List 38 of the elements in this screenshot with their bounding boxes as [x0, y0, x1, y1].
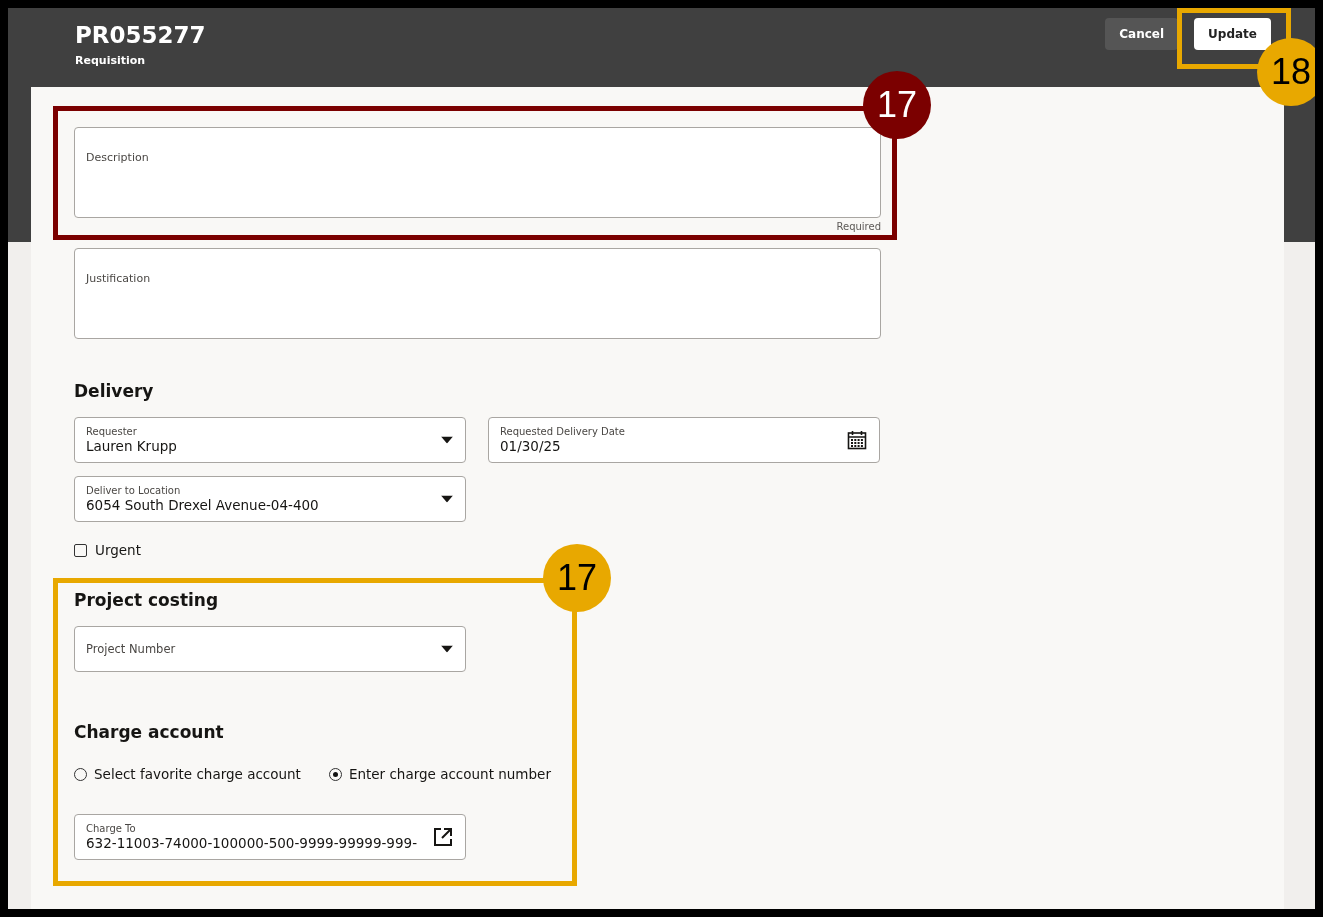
field-label: Requester — [86, 425, 137, 438]
dropdown-field[interactable]: Project Number — [74, 626, 466, 672]
section-heading: Delivery — [74, 381, 155, 401]
required-hint: Required — [835, 221, 881, 232]
text-area[interactable]: Justification — [74, 248, 881, 339]
field-label: Requested Delivery Date — [500, 425, 625, 438]
update-button[interactable]: Update — [1194, 18, 1271, 50]
field-label: Deliver to Location — [86, 484, 181, 497]
checkbox[interactable] — [74, 543, 87, 557]
field-label: Charge To — [86, 822, 136, 835]
radio-label: Enter charge account number — [348, 766, 551, 782]
dropdown-caret-icon[interactable] — [441, 436, 453, 444]
field-value: 6054 South Drexel Avenue-04-400 — [86, 497, 319, 514]
page-subtitle: Requisition — [75, 54, 147, 67]
section-heading: Charge account — [74, 722, 225, 742]
dropdown-field[interactable]: Requester Lauren Krupp — [74, 417, 466, 463]
calendar-icon[interactable] — [847, 430, 867, 450]
section-heading: Project costing — [74, 590, 220, 610]
text-area[interactable]: Description — [74, 127, 881, 218]
date-field[interactable]: Requested Delivery Date 01/30/25 — [488, 417, 880, 463]
callout-number: 17 — [543, 544, 611, 612]
field-label: Justification — [86, 272, 151, 285]
dropdown-caret-icon[interactable] — [441, 645, 453, 653]
field-label: Description — [86, 151, 149, 164]
radio-label: Select favorite charge account — [94, 766, 301, 782]
callout-number: 17 — [863, 71, 931, 139]
field-value: Lauren Krupp — [86, 438, 177, 455]
field-value: 632-11003-74000-100000-500-9999-99999-999- — [86, 835, 417, 852]
external-link-icon[interactable] — [433, 827, 453, 847]
cancel-button[interactable]: Cancel — [1105, 18, 1179, 50]
input-field[interactable]: Charge To 632-11003-74000-100000-500-9999-99999-999- — [74, 814, 466, 860]
field-value: 01/30/25 — [500, 438, 561, 455]
dropdown-caret-icon[interactable] — [441, 495, 453, 503]
field-label: Project Number — [86, 642, 176, 656]
checkbox-label: Urgent — [95, 542, 141, 558]
page-title: PR055277 — [75, 21, 206, 50]
dropdown-field[interactable]: Deliver to Location 6054 South Drexel Avenue-04-400 — [74, 476, 466, 522]
callout-number: 18 — [1257, 38, 1315, 106]
